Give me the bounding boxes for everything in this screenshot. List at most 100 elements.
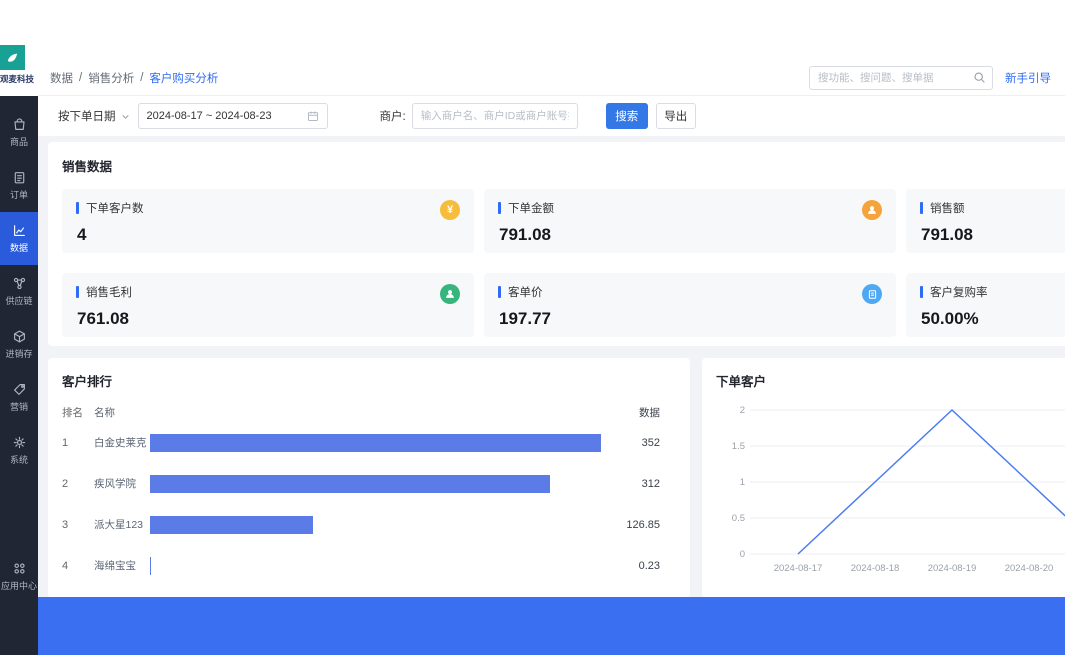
apps-icon bbox=[12, 561, 27, 576]
merchant-search-box[interactable] bbox=[412, 103, 578, 129]
header-right: 新手引导 bbox=[809, 66, 1051, 90]
export-button[interactable]: 导出 bbox=[656, 103, 696, 129]
search-button[interactable]: 搜索 bbox=[606, 103, 648, 129]
accent-bar bbox=[76, 286, 79, 298]
stat-card-gross-profit: 销售毛利 761.08 bbox=[62, 273, 474, 337]
accent-bar bbox=[920, 202, 923, 214]
sales-data-section: 销售数据 下单客户数 ¥ 4 下单金额 791.08 销售额 791.08 销 bbox=[48, 142, 1065, 346]
sidebar-item-label: 系统 bbox=[10, 453, 28, 466]
stat-label: 下单金额 bbox=[508, 200, 554, 216]
sidebar-item-label: 应用中心 bbox=[1, 579, 37, 592]
sidebar-item-data[interactable]: 数据 bbox=[0, 212, 38, 265]
promo-banner bbox=[38, 597, 1065, 655]
top-header: 数据 / 销售分析 / 客户购买分析 新手引导 bbox=[38, 60, 1065, 96]
stat-card-repurchase-rate: 客户复购率 50.00% bbox=[906, 273, 1065, 337]
bar-track bbox=[150, 516, 606, 534]
sidebar-item-label: 商品 bbox=[10, 135, 28, 148]
date-range-input[interactable]: 2024-08-17 ~ 2024-08-23 bbox=[138, 103, 328, 129]
stat-value: 791.08 bbox=[921, 225, 1065, 245]
doc-icon bbox=[862, 284, 882, 304]
supply-chain-icon bbox=[12, 276, 27, 291]
breadcrumb-item-data[interactable]: 数据 bbox=[50, 70, 73, 86]
svg-text:2024-08-19: 2024-08-19 bbox=[928, 563, 977, 574]
rank-value: 352 bbox=[614, 437, 660, 449]
breadcrumb: 数据 / 销售分析 / 客户购买分析 bbox=[50, 70, 218, 86]
sidebar-item-system[interactable]: 系统 bbox=[0, 424, 38, 477]
svg-text:2024-08-17: 2024-08-17 bbox=[774, 563, 823, 574]
customer-name: 白金史莱克 bbox=[94, 435, 144, 450]
ranking-table-header: 排名 名称 数据 bbox=[62, 402, 660, 422]
search-icon[interactable] bbox=[973, 71, 986, 84]
customer-name: 海绵宝宝 bbox=[94, 558, 144, 573]
brand-logo-icon bbox=[0, 45, 25, 70]
line-chart-title: 下单客户 bbox=[716, 371, 1065, 390]
sidebar-item-goods[interactable]: 商品 bbox=[0, 106, 38, 159]
app-container: 观麦科技 数据 / 销售分析 / 客户购买分析 新手引导 商品 订单 bbox=[0, 45, 1065, 655]
yen-icon: ¥ bbox=[440, 200, 460, 220]
bag-icon bbox=[12, 117, 27, 132]
global-search-box[interactable] bbox=[809, 66, 993, 90]
table-row: 2 疾风学院 312 bbox=[62, 463, 660, 504]
stat-card-order-customers: 下单客户数 ¥ 4 bbox=[62, 189, 474, 253]
order-customers-panel: 下单客户 00.511.522024-08-172024-08-182024-0… bbox=[702, 358, 1065, 598]
sidebar-item-inventory[interactable]: 进销存 bbox=[0, 318, 38, 371]
bar-track bbox=[150, 557, 606, 575]
stat-label: 销售额 bbox=[930, 200, 965, 216]
rank-number: 1 bbox=[62, 437, 94, 449]
stat-value: 791.08 bbox=[499, 225, 882, 245]
sidebar-item-app-center[interactable]: 应用中心 bbox=[0, 550, 38, 603]
merchant-search-input[interactable] bbox=[421, 110, 569, 122]
ranking-table: 排名 名称 数据 1 白金史莱克 352 2 疾风学院 bbox=[62, 402, 660, 586]
svg-text:0: 0 bbox=[740, 549, 745, 560]
date-type-select[interactable]: 按下单日期 bbox=[58, 108, 130, 124]
table-row: 3 派大星123 126.85 bbox=[62, 504, 660, 545]
sales-section-title: 销售数据 bbox=[62, 156, 1065, 175]
user-icon bbox=[862, 200, 882, 220]
stat-cards-grid: 下单客户数 ¥ 4 下单金额 791.08 销售额 791.08 销售毛利 76… bbox=[62, 189, 1065, 337]
stat-value: 50.00% bbox=[921, 309, 1065, 329]
svg-text:2: 2 bbox=[740, 405, 745, 416]
customer-name: 派大星123 bbox=[94, 517, 144, 532]
global-search-input[interactable] bbox=[818, 72, 973, 84]
accent-bar bbox=[498, 286, 501, 298]
leaf-icon bbox=[5, 50, 20, 65]
accent-bar bbox=[498, 202, 501, 214]
filter-bar: 按下单日期 2024-08-17 ~ 2024-08-23 商户: 搜索 导出 bbox=[38, 96, 1065, 136]
sidebar-item-marketing[interactable]: 营销 bbox=[0, 371, 38, 424]
bar-track bbox=[150, 434, 606, 452]
table-row: 1 白金史莱克 352 bbox=[62, 422, 660, 463]
marketing-icon bbox=[12, 382, 27, 397]
accent-bar bbox=[920, 286, 923, 298]
beginner-guide-link[interactable]: 新手引导 bbox=[1005, 70, 1051, 86]
stat-label: 客户复购率 bbox=[930, 284, 988, 300]
breadcrumb-item-sales-analysis[interactable]: 销售分析 bbox=[88, 70, 134, 86]
breadcrumb-item-current: 客户购买分析 bbox=[149, 70, 218, 86]
bottom-panels: 客户排行 排名 名称 数据 1 白金史莱克 352 bbox=[48, 358, 1065, 598]
sidebar-item-label: 数据 bbox=[10, 241, 28, 254]
merchant-label: 商户: bbox=[380, 108, 406, 124]
brand-name: 观麦科技 bbox=[0, 73, 38, 85]
sidebar-item-orders[interactable]: 订单 bbox=[0, 159, 38, 212]
ranking-title: 客户排行 bbox=[62, 371, 660, 390]
rank-bar bbox=[150, 516, 313, 534]
user-icon bbox=[440, 284, 460, 304]
order-icon bbox=[12, 170, 27, 185]
calendar-icon bbox=[307, 110, 319, 122]
stat-label: 下单客户数 bbox=[86, 200, 144, 216]
line-chart-svg: 00.511.522024-08-172024-08-182024-08-192… bbox=[716, 398, 1065, 580]
column-header-name: 名称 bbox=[94, 405, 144, 420]
rank-number: 2 bbox=[62, 478, 94, 490]
column-header-value: 数据 bbox=[614, 405, 660, 420]
sidebar-item-supply-chain[interactable]: 供应链 bbox=[0, 265, 38, 318]
rank-number: 4 bbox=[62, 560, 94, 572]
chevron-down-icon bbox=[121, 112, 130, 121]
rank-value: 126.85 bbox=[614, 519, 660, 531]
bar-track bbox=[150, 475, 606, 493]
svg-text:2024-08-18: 2024-08-18 bbox=[851, 563, 900, 574]
svg-text:2024-08-20: 2024-08-20 bbox=[1005, 563, 1054, 574]
data-chart-icon bbox=[12, 223, 27, 238]
stat-card-sales-amount: 销售额 791.08 bbox=[906, 189, 1065, 253]
line-chart: 00.511.522024-08-172024-08-182024-08-192… bbox=[716, 398, 1065, 590]
sidebar-item-label: 进销存 bbox=[5, 347, 32, 360]
customer-ranking-panel: 客户排行 排名 名称 数据 1 白金史莱克 352 bbox=[48, 358, 690, 598]
